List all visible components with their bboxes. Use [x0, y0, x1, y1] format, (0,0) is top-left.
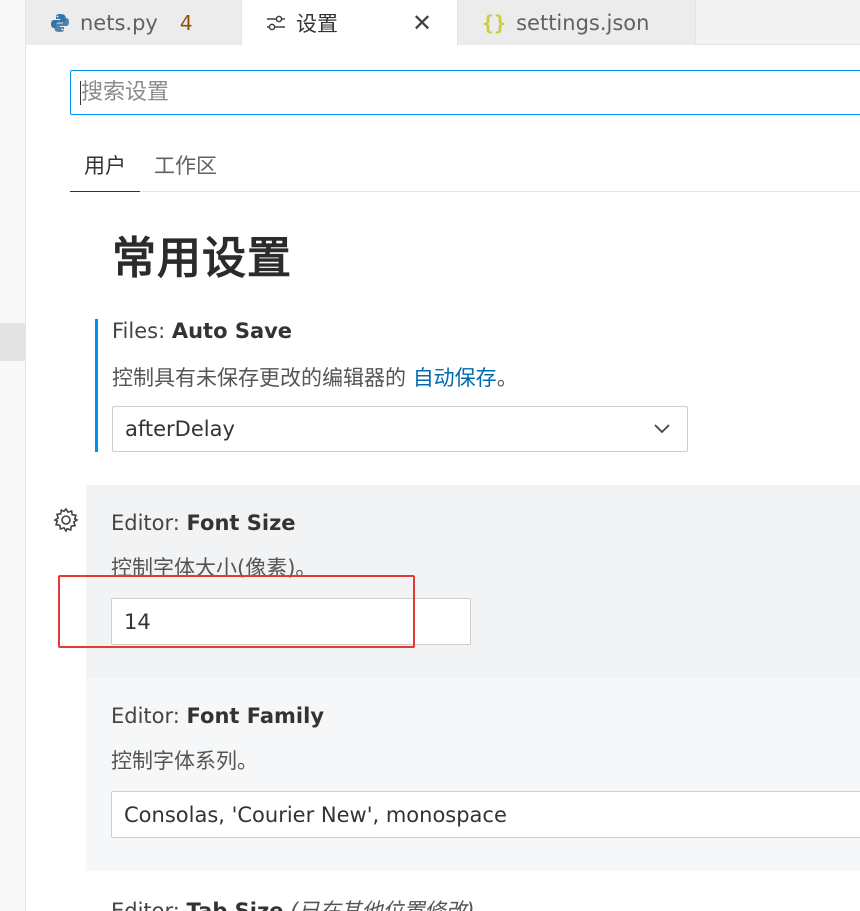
- search-input[interactable]: [81, 80, 860, 105]
- tab-label: nets.py: [80, 10, 158, 35]
- problem-count-badge: 4: [179, 10, 193, 35]
- tab-settings-json[interactable]: {} settings.json: [458, 0, 696, 45]
- section-title: 常用设置: [112, 233, 292, 284]
- python-icon: [50, 13, 70, 33]
- editor-tab-bar: nets.py 4 设置 ✕ {} settings.json: [26, 0, 860, 46]
- tab-settings[interactable]: 设置 ✕: [242, 0, 458, 46]
- auto-save-select[interactable]: afterDelay: [112, 406, 688, 452]
- chevron-down-icon: [651, 417, 673, 444]
- setting-title: Files: Auto Save: [112, 319, 293, 343]
- setting-files-auto-save: Files: Auto Save 控制具有未保存更改的编辑器的 自动保存。 af…: [95, 319, 860, 452]
- json-braces-icon: {}: [482, 10, 507, 35]
- activity-strip: [0, 0, 26, 911]
- setting-description: 控制字体系列。: [111, 749, 258, 773]
- highlight-annotation-box: [58, 575, 415, 648]
- tab-workspace[interactable]: 工作区: [140, 138, 231, 192]
- settings-scope-tabs: 用户 工作区: [70, 138, 860, 192]
- font-family-input[interactable]: Consolas, 'Courier New', monospace: [111, 791, 860, 838]
- settings-editor-window: nets.py 4 设置 ✕ {} settings.json 用户: [0, 0, 860, 911]
- auto-save-link[interactable]: 自动保存: [413, 366, 497, 390]
- gear-icon[interactable]: [52, 506, 80, 538]
- setting-editor-tab-size: Editor: Tab Size (已在其他位置修改): [86, 871, 860, 911]
- tab-label: 设置: [296, 12, 338, 36]
- setting-description: 控制具有未保存更改的编辑器的 自动保存。: [112, 366, 518, 390]
- setting-editor-font-family: Editor: Font Family 控制字体系列。 Consolas, 'C…: [86, 678, 860, 871]
- modified-elsewhere-note[interactable]: (已在其他位置修改): [290, 899, 474, 911]
- tab-nets-py[interactable]: nets.py 4: [26, 0, 242, 45]
- settings-sliders-icon: [266, 14, 286, 32]
- tab-user[interactable]: 用户: [70, 138, 140, 192]
- setting-title: Editor: Font Family: [111, 704, 325, 728]
- text-caret: [80, 81, 81, 105]
- activity-strip-selected[interactable]: [0, 323, 26, 361]
- close-icon[interactable]: ✕: [412, 9, 432, 37]
- search-settings-box[interactable]: [70, 70, 860, 115]
- setting-title: Editor: Tab Size (已在其他位置修改): [111, 895, 475, 911]
- setting-title: Editor: Font Size: [111, 511, 296, 535]
- tab-label: settings.json: [516, 10, 650, 35]
